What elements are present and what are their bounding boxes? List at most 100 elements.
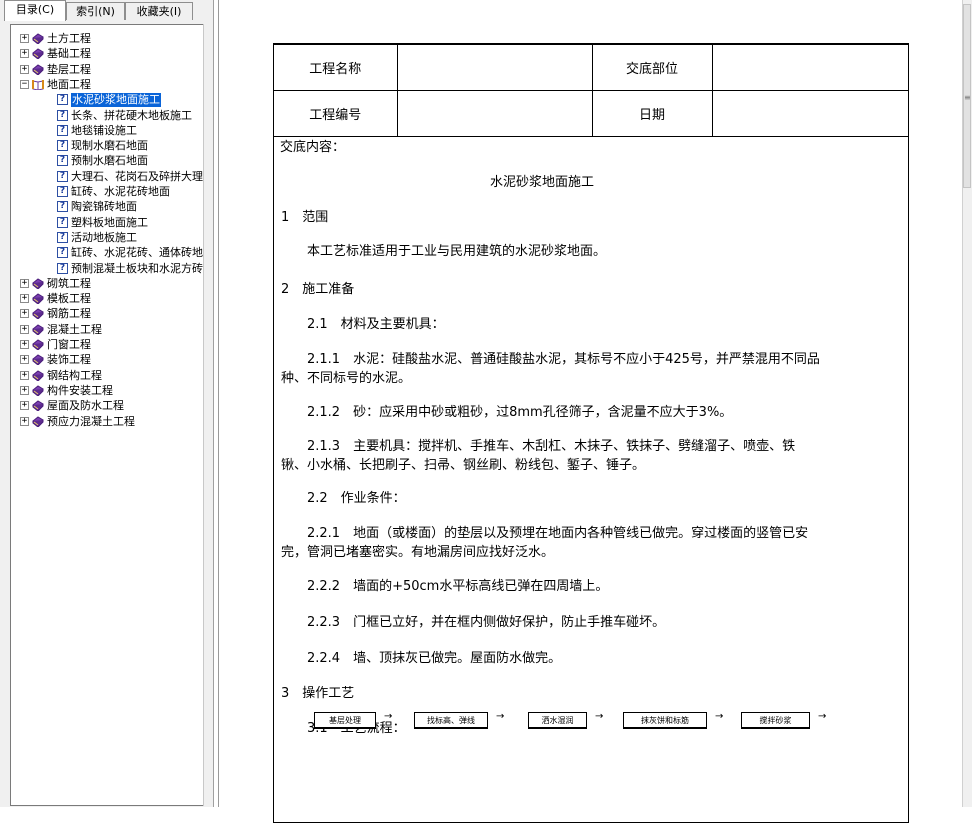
tree-item-label: 大理石、花岗石及碎拼大理	[71, 169, 203, 183]
location-value	[711, 45, 908, 91]
expand-icon[interactable]: +	[20, 49, 29, 59]
help-topic-icon: ?	[57, 186, 68, 197]
book-icon	[32, 293, 44, 305]
tree-item-label: 土方工程	[47, 32, 91, 45]
tree-item-label: 地毯铺设施工	[71, 123, 137, 137]
flow-arrow-icon: →	[715, 711, 724, 722]
flow-arrow-icon: →	[496, 711, 505, 722]
help-topic-icon: ?	[57, 231, 68, 243]
book-icon	[32, 354, 44, 366]
contents-tree[interactable]: + 土方工程 + 基础工程 + 垫层工程 − 地面工程? 水泥砂浆地面施工? 长条、拼花硬木地板施…	[10, 24, 204, 806]
paragraph: 2.2.1 地面（或楼面）的垫层以及预埋在地面内各种管线已做完。穿过楼面的竖管已…	[281, 526, 809, 560]
tree-item-label: 砌筑工程	[47, 276, 91, 290]
flow-step-box: 洒水湿润	[528, 712, 587, 729]
tree-item-label: 长条、拼花硬木地板施工	[71, 108, 192, 122]
flow-arrow-icon: →	[595, 711, 604, 722]
subsection-heading: 2.2 作业条件：	[281, 491, 406, 506]
tab-index[interactable]: 索引(N)	[66, 2, 125, 20]
flow-step-box: 搅拌砂浆	[741, 712, 810, 729]
book-icon	[32, 278, 44, 289]
project-name-label: 工程名称	[274, 45, 398, 91]
tree-item-label: 现制水磨石地面	[71, 139, 148, 153]
help-topic-icon: ?	[57, 109, 68, 121]
expand-icon[interactable]: +	[20, 324, 29, 334]
help-topic-icon: ?	[57, 247, 68, 259]
tree-item-label: 基础工程	[47, 47, 91, 61]
tree-item-label: 活动地板施工	[71, 230, 137, 244]
tab-favorites[interactable]: 收藏夹(I)	[125, 2, 193, 20]
help-topic-icon: ?	[57, 216, 68, 228]
book-icon	[32, 369, 44, 381]
document-title: 水泥砂浆地面施工	[490, 175, 595, 190]
disclosure-form: 工程名称 交底部位 工程编号 日期	[273, 43, 909, 823]
project-name-value	[396, 45, 593, 91]
tree-item-label: 门窗工程	[47, 338, 91, 351]
date-value	[711, 90, 908, 137]
tree-item-label: 模板工程	[47, 292, 91, 306]
flow-step-box: 找标高、弹线	[414, 712, 488, 729]
expand-icon[interactable]: +	[20, 34, 29, 43]
help-topic-icon: ?	[57, 140, 68, 152]
flow-arrow-icon: →	[384, 711, 393, 722]
tree-item-label: 构件安装工程	[47, 383, 113, 397]
tree-item-label: 钢筋工程	[47, 307, 91, 321]
tree-item-label: 钢结构工程	[47, 368, 102, 382]
paragraph: 2.2.3 门框已立好，并在框内侧做好保护，防止手推车碰坏。	[281, 615, 666, 630]
project-no-label: 工程编号	[274, 90, 398, 137]
expand-icon[interactable]: +	[20, 370, 29, 380]
tree-item-label: 垫层工程	[47, 62, 91, 76]
expand-icon[interactable]: +	[20, 401, 29, 411]
tree-scrollbar[interactable]	[203, 24, 211, 806]
expand-icon[interactable]: +	[20, 278, 29, 288]
expand-icon[interactable]: +	[20, 416, 29, 426]
flow-step-box: 基层处理	[314, 712, 376, 729]
book-icon	[32, 48, 44, 60]
date-label: 日期	[591, 90, 713, 137]
section-heading: 1 范围	[281, 210, 329, 225]
paragraph: 2.1.2 砂：应采用中砂或粗砂，过8mm孔径筛子，含泥量不应大于3%。	[281, 405, 733, 420]
expand-icon[interactable]: +	[20, 64, 29, 74]
expand-icon[interactable]: +	[20, 385, 29, 395]
book-icon	[32, 400, 44, 412]
tree-item-label: 预应力混凝土工程	[47, 414, 135, 428]
book-icon	[32, 308, 44, 320]
paragraph: 2.2.4 墙、顶抹灰已做完。屋面防水做完。	[281, 651, 562, 666]
collapse-icon[interactable]: −	[20, 79, 29, 89]
tree-item-label: 预制混凝土板块和水泥方砖	[71, 261, 203, 275]
tree-item-label: 缸砖、水泥花砖、通体砖地	[71, 246, 203, 260]
tree-item-label: 陶瓷锦砖地面	[71, 200, 137, 214]
content-label: 交底内容：	[280, 140, 346, 155]
tree-item-label: 缸砖、水泥花砖地面	[71, 185, 170, 198]
section-heading: 2 施工准备	[281, 282, 355, 297]
paragraph: 2.2.2 墙面的+50cm水平标高线已弹在四周墙上。	[281, 579, 609, 594]
expand-icon[interactable]: +	[20, 355, 29, 365]
help-navigation-pane: 目录(C) 索引(N) 收藏夹(I) + 土方工程 + 基础工程 + 垫层工程 − 地面工程?…	[0, 0, 214, 807]
expand-icon[interactable]: +	[20, 294, 29, 304]
subsection-heading: 2.1 材料及主要机具：	[281, 317, 445, 332]
help-topic-icon: ?	[57, 124, 68, 136]
book-icon	[32, 324, 44, 335]
flow-arrow-icon: →	[818, 711, 827, 722]
flow-step-box: 抹灰饼和标筋	[623, 712, 707, 729]
tree-item-label: 混凝土工程	[47, 322, 102, 336]
tab-contents[interactable]: 目录(C)	[4, 0, 66, 21]
help-topic-icon: ?	[57, 94, 68, 106]
expand-icon[interactable]: +	[20, 309, 29, 319]
tree-item-label: 屋面及防水工程	[47, 399, 124, 413]
book-icon	[32, 339, 44, 350]
tree-item-label: 水泥砂浆地面施工	[71, 93, 161, 108]
book-icon	[32, 385, 44, 396]
book-icon	[32, 63, 44, 75]
book-icon	[32, 33, 44, 44]
expand-icon[interactable]: +	[20, 340, 29, 349]
tree-item-label: 装饰工程	[47, 353, 91, 367]
tree-item-label: 预制水磨石地面	[71, 154, 148, 168]
project-no-value	[396, 90, 593, 137]
open-book-icon	[32, 79, 44, 90]
paragraph: 2.1.1 水泥：硅酸盐水泥、普通硅酸盐水泥，其标号不应小于425号，并严禁混用…	[281, 352, 820, 386]
help-topic-icon: ?	[57, 155, 68, 167]
help-topic-icon: ?	[57, 170, 68, 182]
section-heading: 3 操作工艺	[281, 686, 355, 701]
paragraph: 本工艺标准适用于工业与民用建筑的水泥砂浆地面。	[281, 244, 607, 259]
form-header-table: 工程名称 交底部位 工程编号 日期	[274, 45, 908, 137]
